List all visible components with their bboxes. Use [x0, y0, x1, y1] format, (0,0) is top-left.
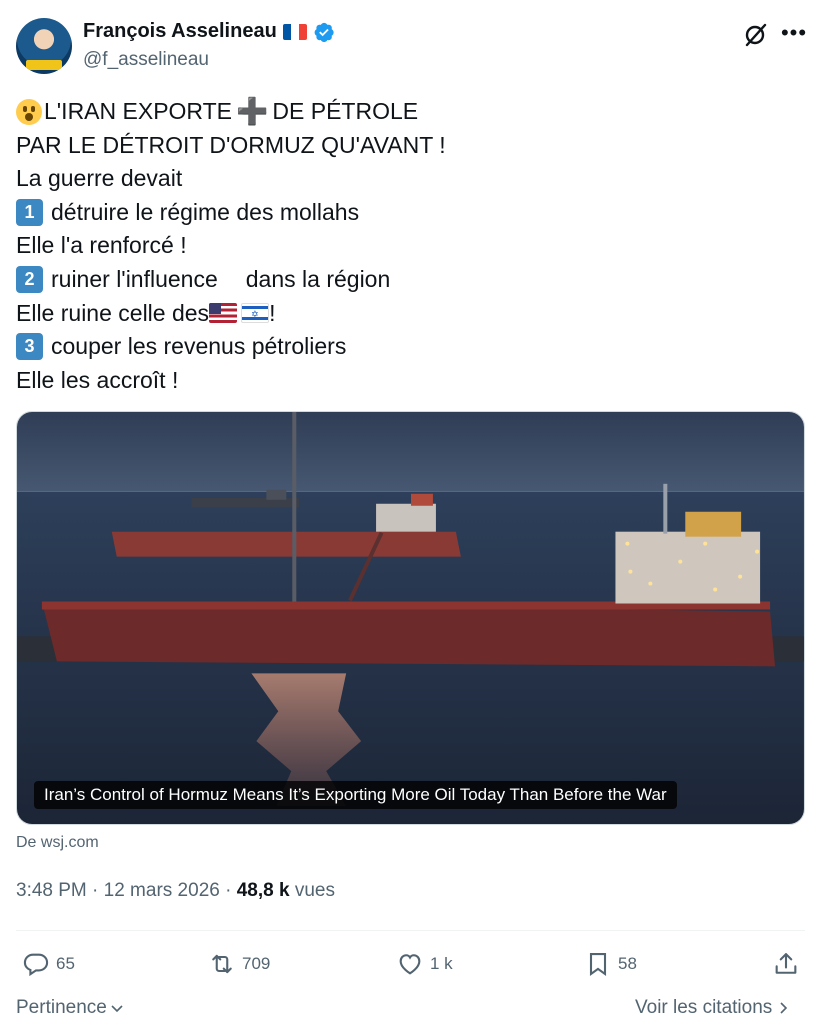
reply-count: 65 — [56, 954, 75, 973]
us-flag-icon — [209, 303, 238, 324]
israel-flag-icon: ✡ — [241, 303, 270, 324]
repost-button[interactable]: 709 — [208, 950, 270, 978]
share-icon — [775, 953, 797, 974]
tweet-line: ruiner l'influence — [51, 265, 218, 292]
view-quotes-label: Voir les citations — [635, 997, 773, 1018]
repost-icon — [212, 954, 232, 974]
heart-icon — [399, 954, 421, 975]
more-options-icon[interactable]: ••• — [781, 20, 807, 46]
author-handle[interactable]: @f_asselineau — [83, 49, 209, 71]
tweet-line: PAR LE DÉTROIT D'ORMUZ QU'AVANT ! — [16, 131, 446, 158]
keycap-one-icon: 1 — [16, 199, 43, 227]
iran-flag-icon — [346, 337, 374, 357]
bookmark-count: 58 — [618, 954, 637, 973]
sort-label: Pertinence — [16, 997, 107, 1018]
tweet-line: La guerre devait — [16, 165, 183, 192]
tweet-line: Elle ruine celle des — [16, 299, 210, 326]
astonished-face-icon — [16, 98, 42, 125]
chevron-down-icon — [111, 1005, 123, 1013]
tweet-line: couper les revenus pétroliers — [51, 333, 347, 360]
author-name-row[interactable]: François Asselineau — [83, 20, 335, 43]
tweet-text: L'IRAN EXPORTE ➕ DE PÉTROLE PAR LE DÉTRO… — [16, 95, 806, 397]
divider — [16, 930, 805, 931]
iran-flag-icon — [218, 270, 246, 290]
tweet-line: Elle les accroît ! — [16, 366, 179, 393]
tweet-line: dans la région — [245, 265, 391, 292]
link-card-image[interactable] — [16, 411, 805, 825]
repost-count: 709 — [242, 954, 271, 973]
chevron-right-icon — [780, 1002, 788, 1014]
reply-button[interactable]: 65 — [22, 950, 75, 978]
views-count: 48,8 k — [236, 880, 290, 901]
tweet-line: L'IRAN EXPORTE — [44, 98, 233, 124]
tweet-line: ! — [269, 299, 276, 326]
views-label: vues — [289, 880, 335, 901]
link-card-source[interactable]: De wsj.com — [16, 834, 99, 852]
france-flag-icon — [282, 23, 307, 40]
like-button[interactable]: 1 k — [396, 950, 453, 978]
reply-icon — [23, 953, 49, 977]
avatar[interactable] — [16, 18, 72, 74]
keycap-three-icon: 3 — [16, 333, 43, 361]
tweet-timestamp[interactable]: 3:48 PM · 12 mars 2026 · — [16, 880, 237, 901]
view-quotes-link[interactable]: Voir les citations — [635, 997, 790, 1019]
plus-icon: ➕ — [236, 96, 269, 126]
tweet-line: DE PÉTROLE — [272, 98, 419, 124]
link-card-title[interactable]: Iran’s Control of Hormuz Means It’s Expo… — [34, 781, 677, 809]
share-button[interactable] — [772, 950, 800, 978]
tweet-line: Elle l'a renforcé ! — [16, 232, 187, 259]
tweet-line: détruire le régime des mollahs — [51, 198, 360, 225]
keycap-two-icon: 2 — [16, 266, 43, 294]
sort-dropdown[interactable]: Pertinence — [16, 997, 125, 1019]
bookmark-icon — [589, 953, 607, 976]
author-name[interactable]: François Asselineau — [83, 20, 277, 43]
tanker-photo — [17, 412, 804, 824]
like-count: 1 k — [430, 954, 453, 973]
tweet-meta: 3:48 PM · 12 mars 2026 · 48,8 k vues — [16, 880, 335, 902]
bookmark-button[interactable]: 58 — [584, 950, 637, 978]
grok-icon[interactable] — [742, 20, 770, 48]
verified-badge-icon — [314, 22, 334, 42]
